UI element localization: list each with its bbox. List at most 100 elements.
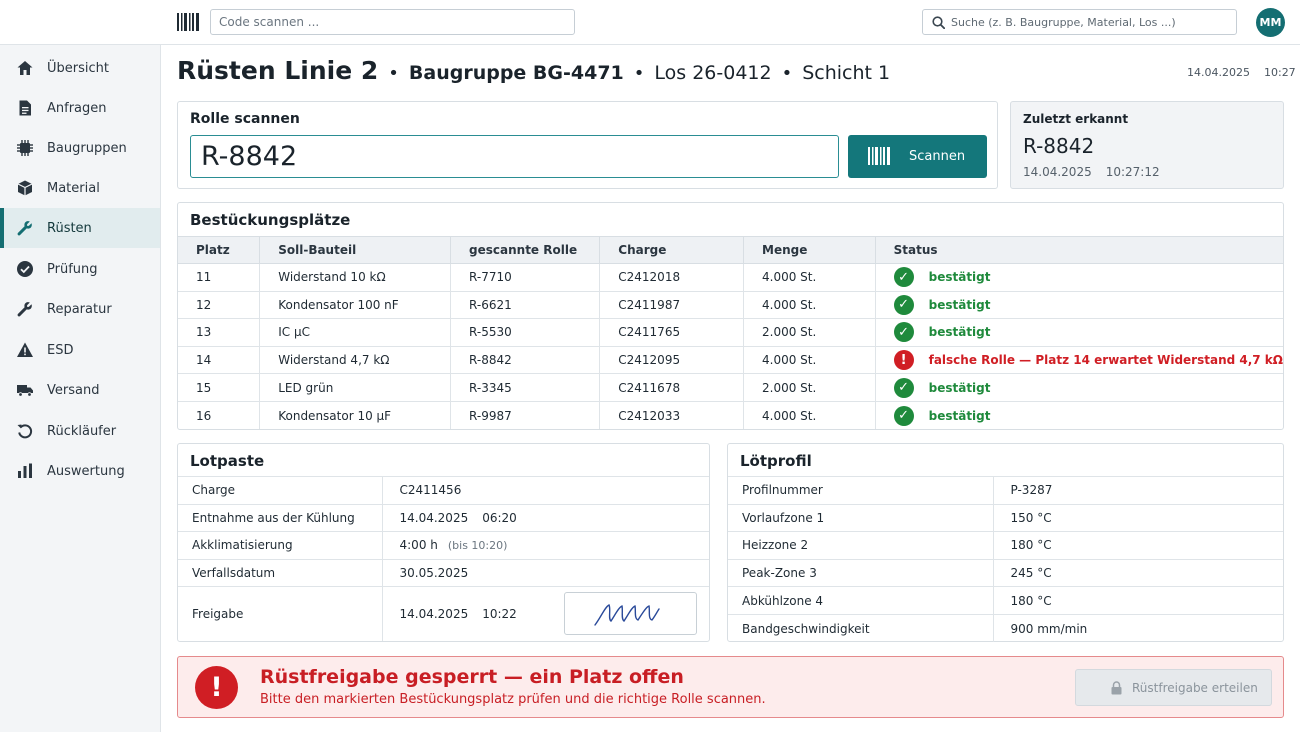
sidebar-item-uebersicht[interactable]: Übersicht (0, 48, 160, 88)
title-separator: • (781, 63, 793, 84)
sidebar-item-pruefung[interactable]: Prüfung (0, 249, 160, 289)
sidebar-item-anfragen[interactable]: Anfragen (0, 88, 160, 128)
table-row-error[interactable]: 14 Widerstand 4,7 kΩ R-8842 C2412095 4.0… (178, 346, 1283, 375)
cell-platz: 14 (178, 346, 260, 375)
table-row[interactable]: 13 IC µC R-5530 C2411765 2.000 St. ✓ best… (178, 318, 1283, 347)
check-circle-icon: ✓ (893, 267, 914, 288)
cell-rolle: R-9987 (450, 401, 600, 430)
signature-image (594, 604, 660, 626)
status-badge: ✓ bestätigt (893, 377, 991, 398)
search-box[interactable] (922, 9, 1237, 35)
last-recognized-title: Zuletzt erkannt (1023, 112, 1129, 126)
field-label: Freigabe (178, 586, 382, 641)
cell-bauteil: Widerstand 4,7 kΩ (259, 346, 451, 375)
cell-rolle: R-5530 (450, 318, 600, 347)
sidebar-item-versand[interactable]: Versand (0, 370, 160, 410)
table-row: Charge C2411456 (178, 476, 709, 505)
last-recognized-value: R-8842 (1023, 134, 1095, 158)
sidebar-item-esd[interactable]: ESD (0, 330, 160, 370)
slots-table: Platz Soll-Bauteil gescannte Rolle Charg… (178, 236, 1283, 430)
cell-charge: C2412033 (599, 401, 744, 430)
table-row: Abkühlzone 4 180 °C (728, 586, 1283, 615)
solder-profile-title: Lötprofil (740, 452, 812, 470)
table-row[interactable]: 11 Widerstand 10 kΩ R-7710 C2412018 4.00… (178, 263, 1283, 292)
sidebar-item-material[interactable]: Material (0, 168, 160, 208)
signature-box (564, 592, 697, 635)
cell-status: ✓ bestätigt (874, 401, 1283, 430)
cell-rolle: R-8842 (450, 346, 600, 375)
field-value: 14.04.2025 06:20 (381, 503, 709, 532)
check-circle-icon: ✓ (893, 377, 914, 398)
lock-icon (1111, 681, 1122, 695)
sidebar-item-reparatur[interactable]: Reparatur (0, 289, 160, 329)
sidebar-item-ruesten[interactable]: Rüsten (0, 208, 160, 248)
last-recognized-panel: Zuletzt erkannt R-8842 14.04.2025 10:27:1… (1010, 101, 1284, 189)
status-badge: ! falsche Rolle — Platz 14 erwartet Wider… (893, 350, 1283, 371)
assembly-label: Baugruppe BG-4471 (408, 62, 624, 84)
sidebar-item-label: Material (47, 180, 100, 196)
shift-label: Schicht 1 (802, 62, 891, 84)
cell-charge: C2411987 (599, 291, 744, 320)
table-row: Akklimatisierung 4:00 h (bis 10:20) (178, 531, 709, 560)
title-separator: • (388, 63, 399, 84)
code-scan-input[interactable] (210, 9, 575, 35)
cell-bauteil: Kondensator 10 µF (259, 401, 451, 430)
field-label: Entnahme aus der Kühlung (178, 503, 382, 532)
sidebar-item-baugruppen[interactable]: Baugruppen (0, 128, 160, 168)
slots-title: Bestückungsplätze (190, 211, 351, 229)
search-input[interactable] (951, 10, 1233, 34)
cell-status: ✓ bestätigt (874, 263, 1283, 292)
cell-bauteil: Widerstand 10 kΩ (259, 263, 451, 292)
cell-rolle: R-7710 (450, 263, 600, 292)
cell-menge: 2.000 St. (743, 373, 876, 402)
table-row[interactable]: 15 LED grün R-3345 C2411678 2.000 St. ✓ b… (178, 373, 1283, 402)
cell-menge: 4.000 St. (743, 401, 876, 430)
table-row[interactable]: 16 Kondensator 10 µF R-9987 C2412033 4.0… (178, 401, 1283, 430)
table-row: Vorlaufzone 1 150 °C (728, 503, 1283, 532)
cell-platz: 13 (178, 318, 260, 347)
sidebar-item-label: Versand (47, 382, 100, 398)
column-header-charge: Charge (599, 236, 744, 264)
search-icon (932, 16, 945, 29)
sidebar-item-label: Auswertung (47, 463, 125, 479)
solder-paste-title: Lotpaste (190, 452, 265, 470)
cell-status: ! falsche Rolle — Platz 14 erwartet Wider… (874, 346, 1283, 375)
status-text: bestätigt (928, 297, 991, 312)
cell-platz: 11 (178, 263, 260, 292)
reel-scan-input[interactable] (190, 135, 839, 178)
table-row[interactable]: 12 Kondensator 100 nF R-6621 C2411987 4.… (178, 291, 1283, 320)
scan-panel-title: Rolle scannen (190, 111, 300, 127)
sidebar-item-auswertung[interactable]: Auswertung (0, 451, 160, 491)
table-row: Peak-Zone 3 245 °C (728, 558, 1283, 587)
document-icon (19, 100, 31, 116)
field-value: 180 °C (992, 586, 1283, 615)
cell-menge: 4.000 St. (743, 346, 876, 375)
table-row: Bandgeschwindigkeit 900 mm/min (728, 613, 1283, 643)
cell-charge: C2411765 (599, 318, 744, 347)
bar-chart-icon (18, 463, 32, 478)
user-avatar[interactable]: MM (1256, 8, 1285, 37)
field-value: 30.05.2025 (381, 558, 709, 587)
scan-button[interactable]: Scannen (848, 135, 987, 178)
lot-label: Los 26-0412 (654, 62, 772, 84)
wrench-icon (17, 221, 32, 236)
sidebar-item-label: Rüsten (47, 220, 92, 236)
column-header-gescannte-rolle: gescannte Rolle (450, 236, 600, 264)
solder-paste-panel: Lotpaste Charge C2411456 Entnahme aus de… (177, 443, 710, 642)
status-badge: ✓ bestätigt (893, 267, 991, 288)
header-time: 10:27 (1263, 66, 1296, 79)
page-title: Rüsten Linie 2 • Baugruppe BG-4471 • Los… (177, 56, 890, 90)
field-label: Vorlaufzone 1 (728, 503, 993, 532)
sidebar-item-label: Reparatur (47, 301, 112, 317)
grant-release-button-label: Rüstfreigabe erteilen (1132, 681, 1258, 695)
check-circle-icon: ✓ (893, 322, 914, 343)
status-badge: ✓ bestätigt (893, 294, 991, 315)
error-icon: ! (195, 666, 238, 709)
slots-panel: Bestückungsplätze Platz Soll-Bauteil ges… (177, 202, 1284, 430)
field-value: 150 °C (992, 503, 1283, 532)
cell-menge: 4.000 St. (743, 263, 876, 292)
column-header-status: Status (874, 236, 1283, 264)
sidebar-item-ruecklaeufer[interactable]: Rückläufer (0, 411, 160, 451)
grant-release-button[interactable]: Rüstfreigabe erteilen (1075, 669, 1272, 706)
table-row: Profilnummer P-3287 (728, 476, 1283, 505)
